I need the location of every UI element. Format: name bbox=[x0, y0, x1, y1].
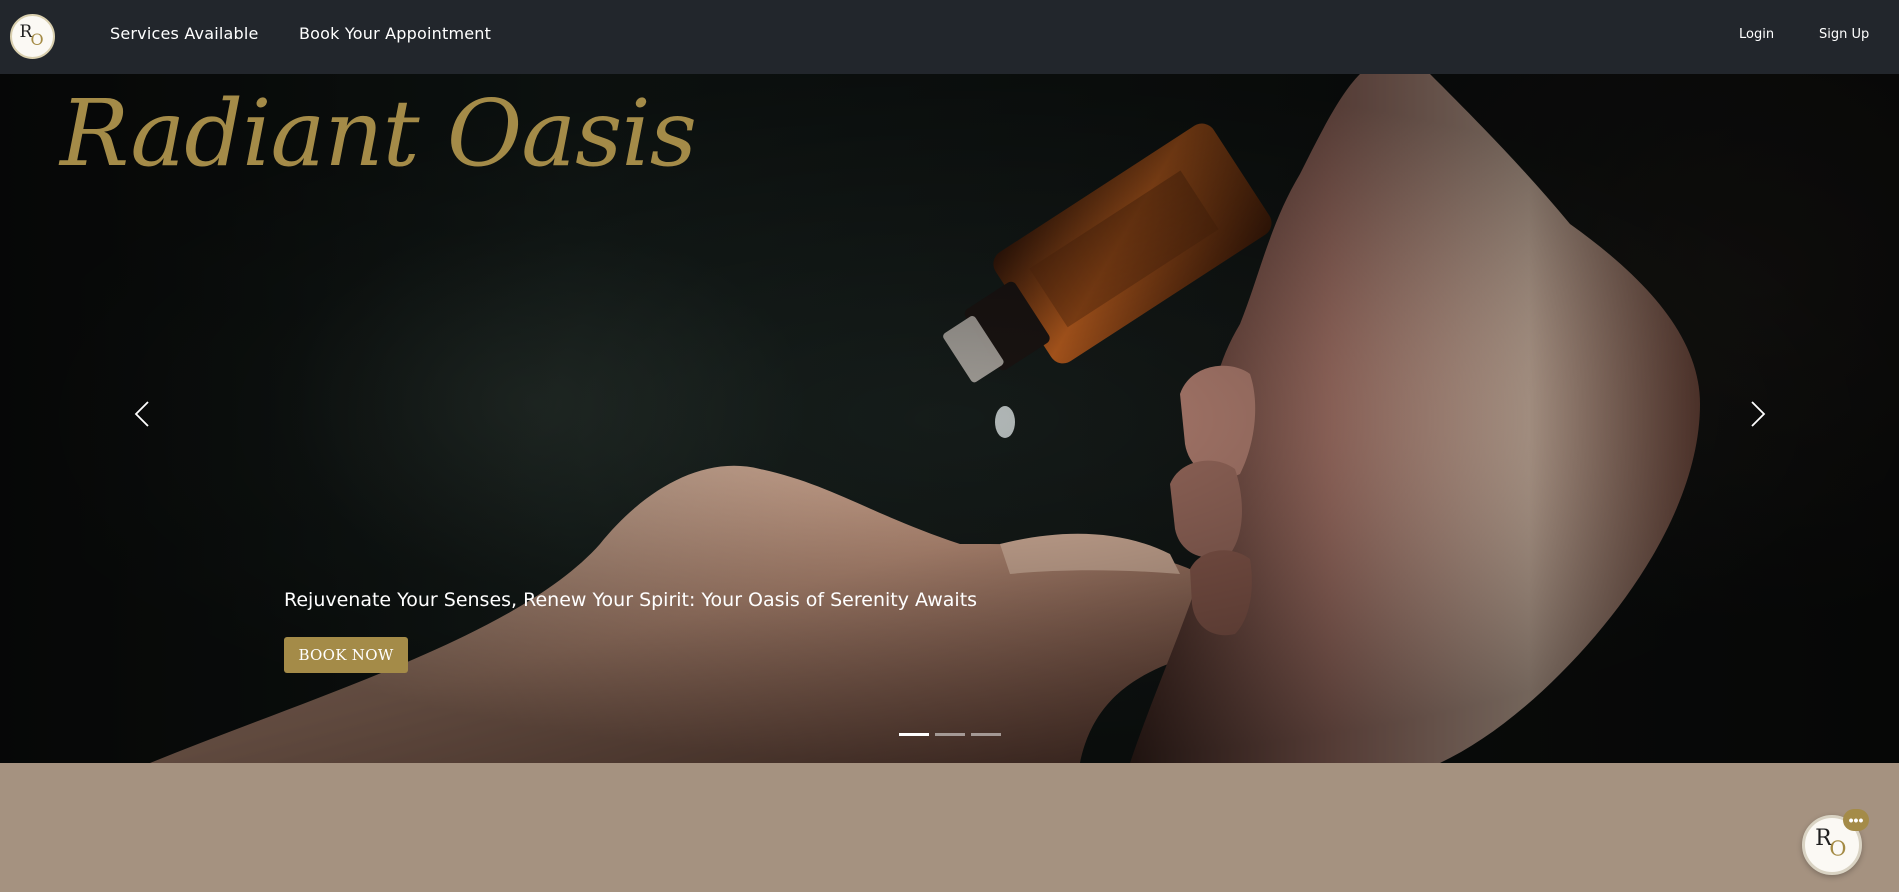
carousel-prev-button[interactable] bbox=[128, 396, 158, 432]
hero-tagline: Rejuvenate Your Senses, Renew Your Spiri… bbox=[284, 589, 978, 611]
logo-letter-o: O bbox=[30, 29, 44, 49]
carousel-indicator-3[interactable] bbox=[971, 733, 1001, 736]
chevron-right-icon bbox=[1751, 401, 1766, 427]
logo-monogram: R O bbox=[19, 23, 47, 50]
nav-link-services[interactable]: Services Available bbox=[110, 24, 259, 43]
chat-more-icon[interactable]: ••• bbox=[1843, 809, 1869, 831]
nav-link-book-appointment[interactable]: Book Your Appointment bbox=[299, 24, 491, 43]
carousel-indicator-2[interactable] bbox=[935, 733, 965, 736]
carousel-indicators bbox=[899, 733, 1001, 736]
chat-logo-monogram: R O bbox=[1814, 827, 1850, 862]
carousel-next-button[interactable] bbox=[1742, 396, 1772, 432]
login-link[interactable]: Login bbox=[1739, 27, 1774, 42]
hero-title: Radiant Oasis bbox=[60, 80, 697, 187]
top-navbar: R O Services Available Book Your Appoint… bbox=[0, 0, 1899, 74]
chevron-left-icon bbox=[134, 401, 149, 427]
signup-link[interactable]: Sign Up bbox=[1819, 27, 1869, 42]
hero-carousel: Radiant Oasis Rejuvenate Your Senses, Re… bbox=[0, 74, 1899, 763]
chat-logo-letter-o: O bbox=[1829, 835, 1847, 861]
book-now-button[interactable]: BOOK NOW bbox=[284, 637, 408, 673]
carousel-indicator-1[interactable] bbox=[899, 733, 929, 736]
brand-logo[interactable]: R O bbox=[10, 14, 55, 59]
